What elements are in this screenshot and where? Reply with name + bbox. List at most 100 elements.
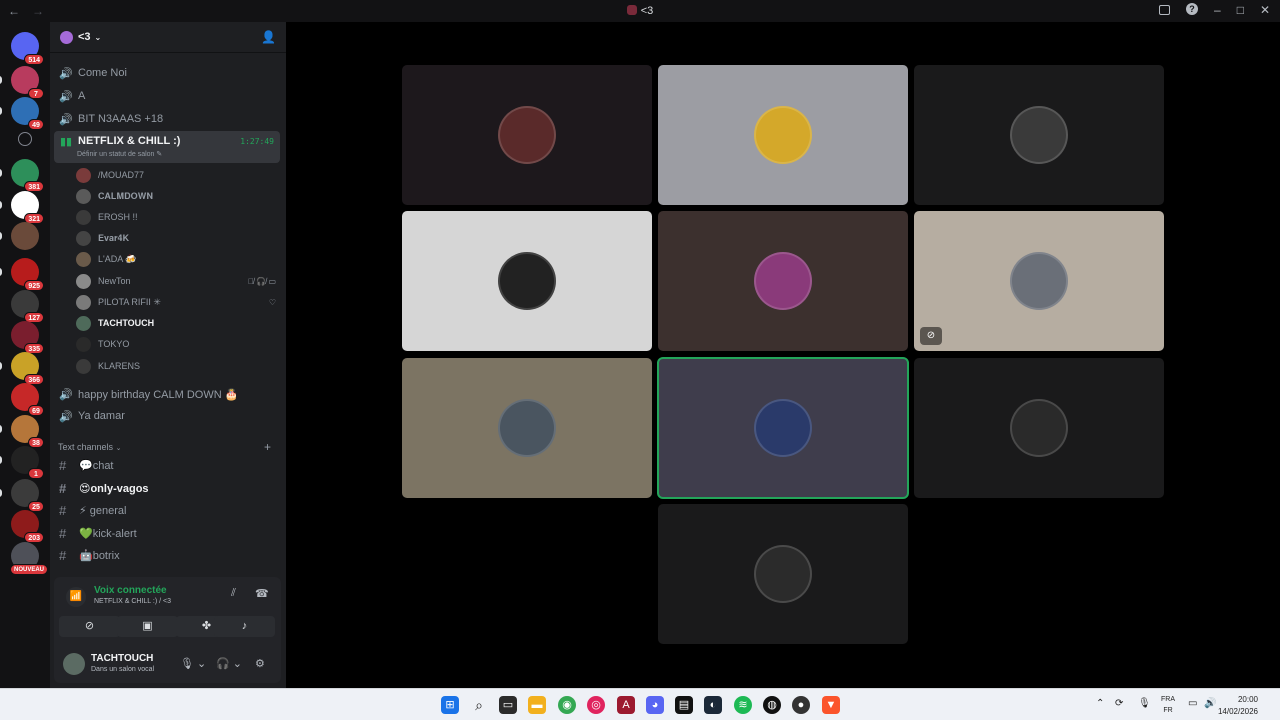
microphone-icon[interactable]: 🎙 bbox=[1138, 698, 1151, 709]
text-channel[interactable]: # 💬chat bbox=[54, 454, 280, 476]
voice-member[interactable]: TOKYO bbox=[76, 334, 280, 354]
chrome-icon[interactable]: ◉ bbox=[558, 696, 576, 714]
voice-member[interactable]: EROSH !! bbox=[76, 207, 280, 227]
participant-tile[interactable] bbox=[658, 211, 908, 351]
app-icon[interactable]: ● bbox=[792, 696, 810, 714]
text-channel-label: 💬chat bbox=[79, 459, 114, 472]
text-channel[interactable]: # ⚡ general bbox=[54, 499, 280, 521]
participant-tile[interactable] bbox=[402, 358, 652, 498]
microphone-icon[interactable]: 🎙 ⌄ bbox=[180, 657, 206, 670]
server-icon[interactable] bbox=[11, 222, 39, 250]
participant-tile[interactable] bbox=[914, 65, 1164, 205]
spotify-icon[interactable]: ≋ bbox=[734, 696, 752, 714]
server-icon[interactable]: 366 bbox=[11, 352, 44, 385]
volume-icon[interactable]: 🔊 bbox=[1204, 698, 1216, 709]
server-icon[interactable]: 925 bbox=[11, 258, 44, 291]
voice-channel[interactable]: 🔊 Come Noi bbox=[54, 62, 280, 84]
add-member-icon[interactable]: 👤 bbox=[261, 30, 276, 44]
close-icon[interactable]: ✕ bbox=[1260, 3, 1270, 17]
voice-member[interactable]: TACHTOUCH bbox=[76, 313, 280, 333]
participant-tile[interactable] bbox=[914, 358, 1164, 498]
gear-icon[interactable]: ⚙ bbox=[255, 657, 265, 670]
voice-member[interactable]: KLARENS bbox=[76, 356, 280, 376]
server-icon[interactable]: 1 bbox=[11, 446, 44, 479]
headphones-icon[interactable]: 🎧 ⌄ bbox=[216, 657, 242, 670]
obs-icon[interactable]: ◍ bbox=[763, 696, 781, 714]
participant-tile[interactable] bbox=[402, 65, 652, 205]
voice-member[interactable]: 𝐄𝐯𝐚𝐫𝟒𝐊 bbox=[76, 228, 280, 248]
steam-icon[interactable]: ◐ bbox=[704, 696, 722, 714]
participant-avatar bbox=[1010, 252, 1068, 310]
camera-button[interactable]: ⊘ bbox=[59, 616, 120, 637]
voice-channel[interactable]: 🔊 happy birthday CALM DOWN 🎂 bbox=[54, 383, 280, 405]
task-view-icon[interactable]: ▭ bbox=[499, 696, 517, 714]
server-icon[interactable] bbox=[18, 132, 32, 146]
clock[interactable]: 20:00 14/02/2026 bbox=[1218, 694, 1258, 718]
server-icon[interactable]: 38 bbox=[11, 415, 44, 448]
server-icon[interactable]: 49 bbox=[11, 97, 44, 130]
opera-icon[interactable]: ◎ bbox=[587, 696, 605, 714]
unread-pill bbox=[0, 362, 2, 370]
chevron-up-icon[interactable]: ⌃ bbox=[1096, 698, 1104, 709]
participant-avatar bbox=[754, 252, 812, 310]
server-icon[interactable]: 127 bbox=[11, 290, 44, 323]
server-icon[interactable]: 381 bbox=[11, 159, 44, 192]
voice-member[interactable]: L'ADA 🍻 bbox=[76, 249, 280, 269]
speaker-icon: 🔊 bbox=[59, 388, 73, 401]
voice-member[interactable]: /MOUAD77 bbox=[76, 165, 280, 185]
voice-channel[interactable]: 🔊 A bbox=[54, 85, 280, 107]
voice-member[interactable]: NewTon 🎙̸ 🎧̸ ▭ bbox=[76, 271, 280, 291]
maximize-icon[interactable]: □ bbox=[1237, 3, 1244, 17]
participant-tile[interactable] bbox=[658, 504, 908, 644]
server-icon[interactable]: 514 bbox=[11, 32, 44, 65]
avatar[interactable] bbox=[63, 653, 85, 675]
participant-tile[interactable] bbox=[657, 357, 909, 499]
text-channel[interactable]: # 🤖botrix bbox=[54, 544, 280, 566]
inbox-icon[interactable] bbox=[1159, 5, 1170, 15]
hash-icon: # bbox=[59, 547, 67, 563]
network-icon[interactable]: ▭ bbox=[1188, 698, 1197, 709]
voice-member[interactable]: 𝐂𝐀𝐋𝐌𝐃𝐎𝐖𝐍 bbox=[76, 186, 280, 206]
voice-channel[interactable]: 🔊 Ya damar bbox=[54, 405, 280, 427]
minimize-icon[interactable]: – bbox=[1214, 3, 1221, 17]
start-icon[interactable]: ⊞ bbox=[441, 696, 459, 714]
text-channels-category[interactable]: Text channels ⌄ + bbox=[58, 440, 271, 454]
server-icon[interactable]: NOUVEAU bbox=[9, 542, 48, 575]
text-channel[interactable]: # 😍only-vagos bbox=[54, 477, 280, 499]
screen-share-button[interactable]: ▣ bbox=[117, 616, 178, 637]
server-header[interactable]: <3 ⌄ 👤 bbox=[50, 22, 286, 53]
voice-channel[interactable]: 🔊 BIT N3AAAS +18 bbox=[54, 108, 280, 130]
server-icon[interactable]: 335 bbox=[11, 321, 44, 354]
discord-icon[interactable]: ◕ bbox=[646, 696, 664, 714]
participant-tile[interactable] bbox=[658, 65, 908, 205]
text-channel[interactable]: # 💚kick-alert bbox=[54, 522, 280, 544]
sync-icon[interactable]: ⟳ bbox=[1115, 698, 1123, 709]
file-explorer-icon[interactable]: ▬ bbox=[528, 696, 546, 714]
language-indicator[interactable]: FRA FR bbox=[1161, 694, 1175, 716]
server-icon[interactable]: 321 bbox=[11, 191, 44, 224]
participant-tile[interactable] bbox=[402, 211, 652, 351]
participant-tile[interactable]: ⊘ bbox=[914, 211, 1164, 351]
help-icon[interactable]: ? bbox=[1186, 3, 1198, 15]
clock-date: 14/02/2026 bbox=[1217, 707, 1258, 716]
soundboard-button[interactable]: ♪ bbox=[214, 616, 275, 637]
voice-status[interactable]: Voix connectée bbox=[94, 585, 167, 596]
noise-suppression-icon[interactable]: ⫽ bbox=[231, 587, 236, 600]
member-name: /MOUAD77 bbox=[98, 170, 145, 180]
brave-icon[interactable]: ▼ bbox=[822, 696, 840, 714]
camera-off-icon: ⊘ bbox=[84, 620, 95, 632]
username[interactable]: TACHTOUCH bbox=[91, 653, 153, 664]
active-voice-channel[interactable]: ▮▮ NETFLIX & CHILL :) Définir un statut … bbox=[54, 131, 280, 163]
server-icon[interactable]: 25 bbox=[11, 479, 44, 512]
server-icon[interactable]: 203 bbox=[11, 510, 44, 543]
voice-member[interactable]: PILOTA RIFII ✳ ♡ bbox=[76, 292, 280, 312]
signal-icon[interactable]: 📶 bbox=[66, 587, 86, 607]
add-channel-button[interactable]: + bbox=[264, 440, 271, 454]
search-icon[interactable]: ⌕ bbox=[470, 696, 488, 714]
app-icon[interactable]: ▤ bbox=[675, 696, 693, 714]
server-icon[interactable]: 7 bbox=[11, 66, 44, 99]
disconnect-icon[interactable]: ☎ bbox=[255, 587, 269, 600]
app-icon[interactable]: A bbox=[617, 696, 635, 714]
channel-status-edit[interactable]: Définir un statut de salon ✎ bbox=[77, 150, 162, 158]
server-icon[interactable]: 69 bbox=[11, 383, 44, 416]
